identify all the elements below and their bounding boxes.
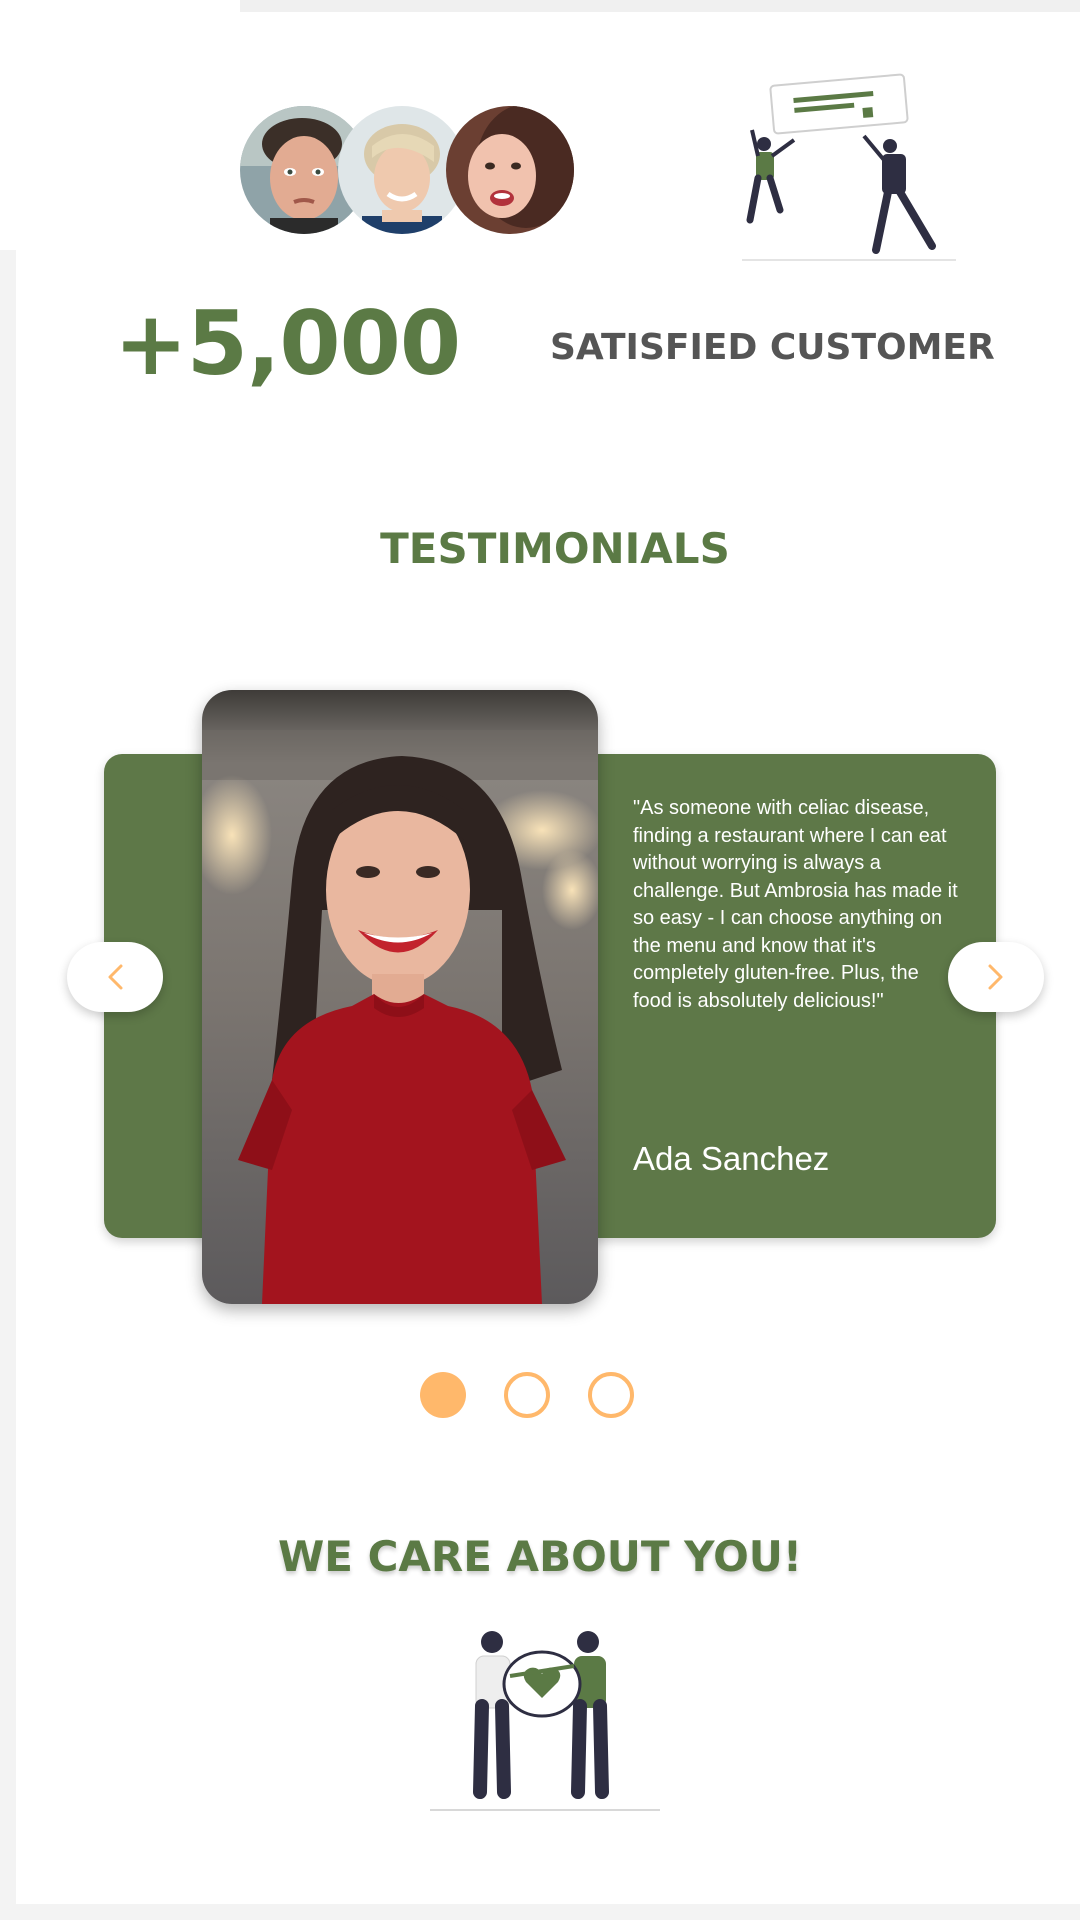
testimonials-title: TESTIMONIALS <box>380 524 730 573</box>
page-edge-strip <box>240 0 1080 12</box>
testimonial-quote: "As someone with celiac disease, finding… <box>633 797 958 1012</box>
people-holding-sign-illustration <box>736 70 976 270</box>
carousel-indicators <box>420 1372 640 1418</box>
carousel-dot-3[interactable] <box>588 1372 634 1418</box>
next-testimonial-button[interactable] <box>948 942 1044 1012</box>
testimonial-photo <box>202 690 598 1304</box>
care-title: WE CARE ABOUT YOU! <box>277 1532 803 1581</box>
testimonial-author: Ada Sanchez <box>633 1140 830 1177</box>
chevron-left-icon <box>108 964 123 990</box>
carousel-dot-1[interactable] <box>420 1372 466 1418</box>
previous-testimonial-button[interactable] <box>67 942 163 1012</box>
carousel-dot-2[interactable] <box>504 1372 550 1418</box>
people-sharing-heart-illustration <box>420 1620 670 1816</box>
customer-count-label: SATISFIED CUSTOMER <box>550 327 995 368</box>
avatar-woman-brunette <box>446 106 574 234</box>
chevron-right-icon <box>988 964 1003 990</box>
customer-count: +5,000 <box>114 292 461 395</box>
customer-avatars <box>240 106 580 236</box>
